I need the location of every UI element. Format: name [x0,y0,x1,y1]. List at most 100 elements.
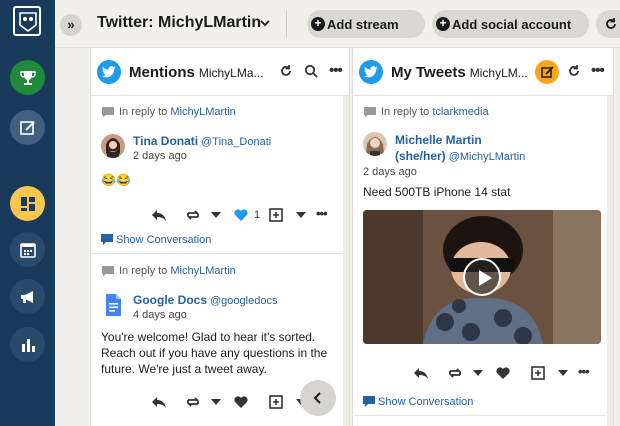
reply-to-link[interactable]: MichyLMartin [170,106,235,118]
chevron-left-icon [313,392,321,404]
calendar-icon[interactable] [10,232,45,267]
caret-down-icon[interactable] [211,399,221,405]
more-options-icon[interactable]: ••• [329,62,343,79]
google-docs-logo-icon[interactable] [101,293,125,317]
reply-bubble-icon [102,266,114,276]
heart-icon[interactable] [233,208,249,222]
tweet-actions: 1 ••• [91,206,349,226]
hootsuite-app: » Twitter: MichyLMartin + Add stream + A… [0,0,620,426]
stream-account-label: MichyLMa... [198,66,264,80]
author-handle: @Tina_Donati [201,136,272,148]
author-name[interactable]: Michelle Martin (she/her) @MichyLMartin [395,132,525,165]
my-tweets-stream: My Tweets MichyLM... ••• In reply to tcla… [352,48,614,426]
refresh-all-button[interactable] [596,10,620,38]
scroll-left-button[interactable] [300,380,336,416]
more-options-icon[interactable]: ••• [578,364,590,379]
author-name[interactable]: Tina Donati @Tina_Donati [133,134,271,148]
reply-context: In reply to tclarkmedia [363,106,489,118]
refresh-icon[interactable] [279,64,293,78]
plus-icon: + [436,17,450,31]
reply-icon[interactable] [413,366,429,380]
tweet-card[interactable]: In reply to MichyLMartin Tina Donati @Tin… [91,96,349,254]
caret-down-icon[interactable] [558,370,568,376]
conversation-icon [101,234,113,245]
trophy-icon[interactable] [10,60,45,95]
analytics-icon[interactable] [10,327,45,362]
avatar[interactable] [363,132,387,156]
tab-title[interactable]: Twitter: MichyLMartin [97,14,261,32]
retweet-icon[interactable] [185,395,201,409]
stream-title: My Tweets MichyLM... [391,64,528,81]
chevron-down-icon[interactable] [259,17,271,29]
show-conversation-link[interactable]: Show Conversation [101,234,211,246]
add-stream-button[interactable]: + Add stream [307,10,425,38]
twitter-icon [97,60,121,84]
show-conversation-link[interactable]: Show Conversation [363,396,473,408]
video-thumbnail[interactable] [363,210,601,344]
heart-icon[interactable] [495,366,511,380]
compose-icon [540,65,554,78]
retweet-icon[interactable] [185,208,201,222]
tweet-text: 😂😂 [101,173,131,187]
author-handle: @MichyLMartin [448,151,526,163]
stream-name-label: My Tweets [391,64,466,81]
reply-to-link[interactable]: MichyLMartin [170,265,235,277]
tweet-card[interactable]: In reply to tclarkmedia Michelle Martin (… [353,96,613,416]
more-options-icon[interactable]: ••• [316,206,328,221]
add-to-list-icon[interactable] [269,395,283,409]
more-options-icon[interactable]: ••• [591,62,605,79]
reply-bubble-icon [364,107,376,117]
author-pronouns: (she/her) [395,149,446,163]
refresh-icon[interactable] [567,64,581,78]
compose-icon[interactable] [10,110,45,145]
tweet-text: Need 500TB iPhone 14 stat [363,185,511,199]
tweet-text: You're welcome! Glad to hear it's sorted… [101,330,328,376]
stream-name-label: Mentions [129,64,195,81]
tweet-actions: ••• [353,364,613,384]
scrollbar[interactable] [343,96,349,426]
author-name[interactable]: Google Docs @googledocs [133,293,277,307]
reply-prefix: In reply to [119,106,168,118]
caret-down-icon[interactable] [211,212,221,218]
avatar[interactable] [101,134,125,158]
megaphone-icon[interactable] [10,279,45,314]
search-icon[interactable] [304,64,318,78]
compose-button[interactable] [535,60,559,84]
heart-icon[interactable] [233,395,249,409]
refresh-icon [606,18,616,29]
header-divider [286,10,287,38]
caret-down-icon[interactable] [473,370,483,376]
add-social-account-button[interactable]: + Add social account [432,10,589,38]
reply-prefix: In reply to [381,106,430,118]
add-social-account-label: Add social account [452,16,572,32]
stream-title: Mentions MichyLMa... [129,64,264,81]
author-label: Michelle Martin [395,133,482,147]
play-button-icon[interactable] [463,258,501,296]
stream-account-label: MichyLM... [469,66,528,80]
reply-bubble-icon [102,107,114,117]
timestamp[interactable]: 2 days ago [133,150,187,162]
stream-header: Mentions MichyLMa... ••• [91,48,349,96]
reply-icon[interactable] [151,208,167,222]
scrollbar[interactable] [607,96,613,426]
timestamp[interactable]: 2 days ago [363,166,417,178]
expand-sidebar-button[interactable]: » [60,14,82,36]
twitter-icon [359,60,383,84]
stream-header: My Tweets MichyLM... ••• [353,48,613,96]
plus-icon: + [311,17,325,31]
owl-logo-icon[interactable] [13,6,41,36]
reply-to-link[interactable]: tclarkmedia [432,106,488,118]
caret-down-icon[interactable] [296,212,306,218]
like-count: 1 [254,209,261,221]
reply-icon[interactable] [151,395,167,409]
dashboard-icon[interactable] [10,186,45,221]
reply-context: In reply to MichyLMartin [101,106,236,118]
add-to-list-icon[interactable] [269,208,283,222]
author-label: Tina Donati [133,134,199,148]
show-conversation-label: Show Conversation [378,396,474,408]
retweet-icon[interactable] [447,366,463,380]
timestamp[interactable]: 4 days ago [133,309,187,321]
add-to-list-icon[interactable] [531,366,545,380]
author-label: Google Docs [133,293,208,307]
add-stream-label: Add stream [327,16,399,32]
